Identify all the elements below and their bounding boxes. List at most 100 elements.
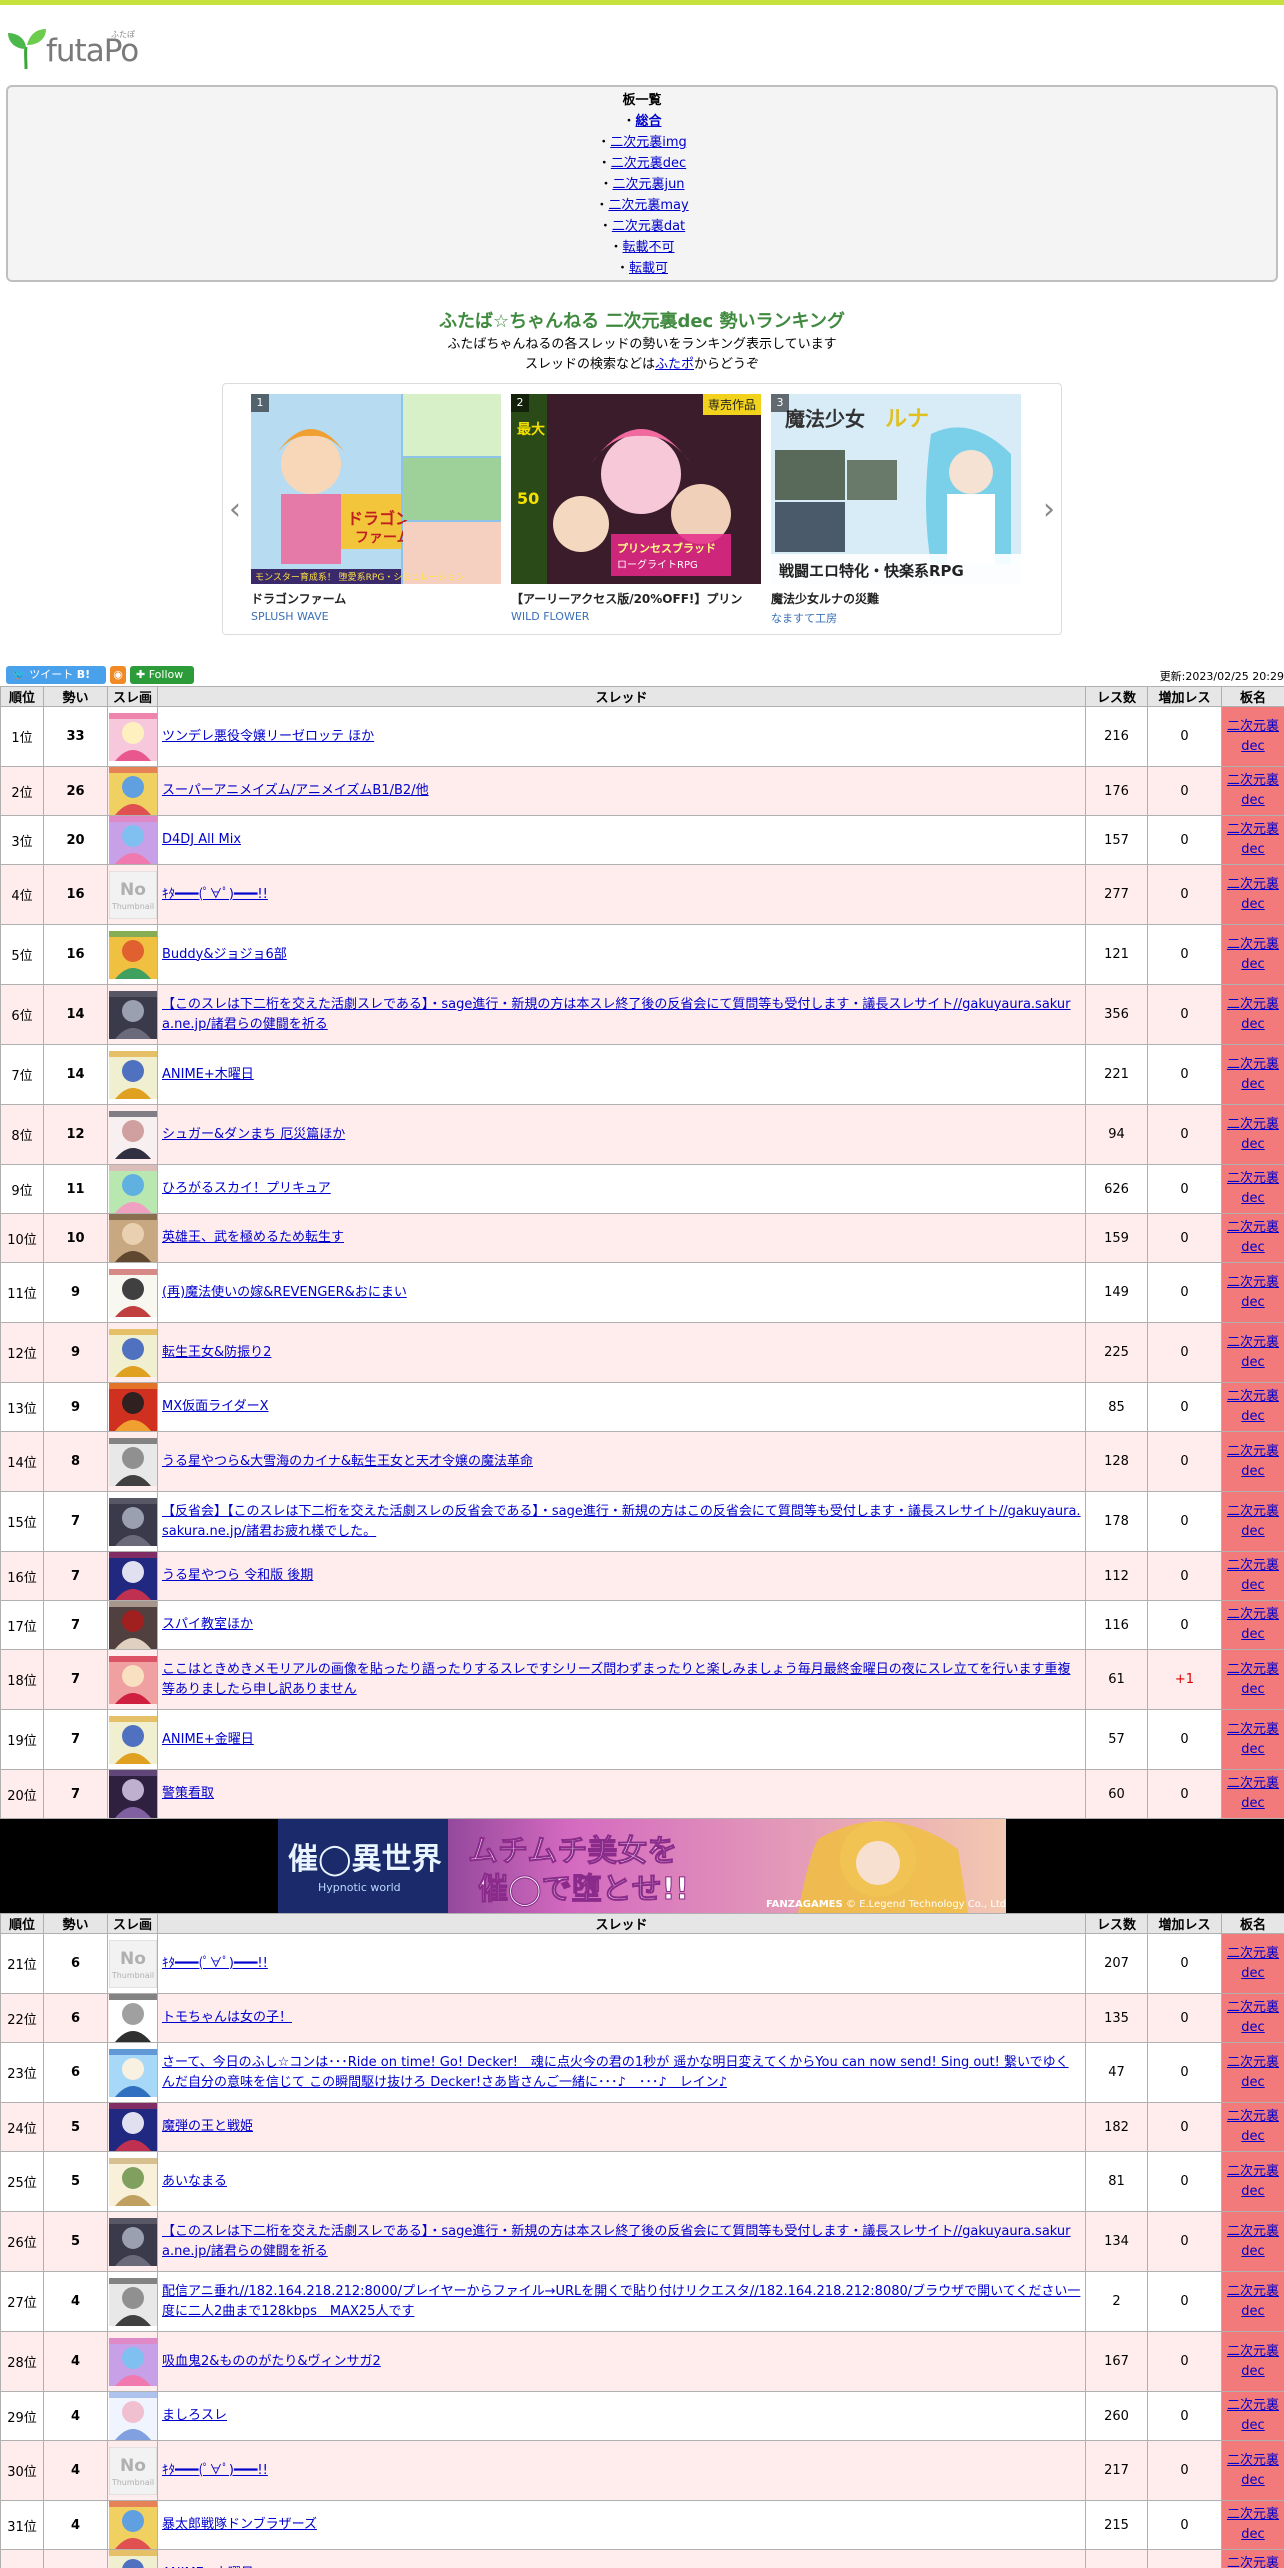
board-name-link[interactable]: 二次元裏dec [1227,1946,1279,1981]
board-name-link[interactable]: 二次元裏dec [1227,1662,1279,1697]
board-link[interactable]: 総合 [636,114,662,129]
thumb-cell[interactable] [107,1213,158,1263]
carousel-card[interactable]: 最大 50 プリンセスブラッド ローグライトRPG 2 専売作品 【アーリーアク… [511,394,761,626]
thumb-cell[interactable] [107,2549,158,2568]
thumb-cell[interactable] [107,1382,158,1432]
board-name-link[interactable]: 二次元裏dec [1227,2055,1279,2090]
board-name-link[interactable]: 二次元裏dec [1227,773,1279,808]
board-name-link[interactable]: 二次元裏dec [1227,877,1279,912]
board-name-link[interactable]: 二次元裏dec [1227,2398,1279,2433]
board-name-link[interactable]: 二次元裏dec [1227,1558,1279,1593]
thread-link[interactable]: うる星やつら 令和版 後期 [162,1568,313,1583]
thread-link[interactable]: 魔弾の王と戦姫 [162,2119,253,2134]
thread-link[interactable]: さーて、今日のふし☆コンは･･･Ride on time! Go! Decker… [162,2055,1069,2090]
thread-link[interactable]: うる星やつら&大雪海のカイナ&転生王女と天才令嬢の魔法革命 [162,1454,533,1469]
thread-link[interactable]: ｷﾀ━━━(ﾟ∀ﾟ)━━━!! [162,2463,268,2478]
futapo-logo[interactable]: futaPo ふたぽ [6,25,139,69]
thread-link[interactable]: MX仮面ライダーX [162,1399,269,1414]
thread-link[interactable]: ｷﾀ━━━(ﾟ∀ﾟ)━━━!! [162,887,268,902]
thumb-cell[interactable] [107,2102,158,2152]
thumb-cell[interactable] [107,766,158,816]
thumb-cell[interactable] [107,2500,158,2550]
thread-link[interactable]: (再)魔法使いの嫁&REVENGER&おにまい [162,1285,407,1300]
board-name-link[interactable]: 二次元裏dec [1227,1607,1279,1642]
board-link[interactable]: 二次元裏dec [611,156,686,171]
futapo-link[interactable]: ふたポ [655,357,694,372]
board-name-link[interactable]: 二次元裏dec [1227,2507,1279,2542]
board-name-link[interactable]: 二次元裏dec [1227,1444,1279,1479]
thread-link[interactable]: 警策看取 [162,1786,214,1801]
thread-link[interactable]: 【反省会】【このスレは下二桁を交えた活劇スレの反省会である】・sage進行・新規… [162,1504,1081,1539]
board-name-link[interactable]: 二次元裏dec [1227,2164,1279,2199]
board-name-link[interactable]: 二次元裏dec [1227,1722,1279,1757]
thread-link[interactable]: 【このスレは下二桁を交えた活劇スレである】・sage進行・新規の方は本スレ終了後… [162,997,1071,1032]
thread-link[interactable]: 配信アニ垂れ//182.164.218.212:8000/プレイヤーからファイル… [162,2284,1080,2319]
thumb-cell[interactable] [107,2211,158,2272]
thread-link[interactable]: 英雄王、武を極めるため転生す [162,1230,344,1245]
thread-link[interactable]: スーパーアニメイズム/アニメイズムB1/B2/他 [162,783,429,798]
board-name-link[interactable]: 二次元裏dec [1227,1220,1279,1255]
thumb-cell[interactable] [107,2391,158,2441]
thread-link[interactable]: スパイ教室ほか [162,1617,253,1632]
board-name-link[interactable]: 二次元裏dec [1227,2109,1279,2144]
thumb-cell[interactable] [107,815,158,865]
thread-link[interactable]: ｷﾀ━━━(ﾟ∀ﾟ)━━━!! [162,1956,268,1971]
board-name-link[interactable]: 二次元裏dec [1227,822,1279,857]
board-link[interactable]: 二次元裏may [608,198,688,213]
thumb-cell[interactable] [107,1600,158,1650]
chevron-left-icon[interactable]: ‹ [229,492,241,527]
thumb-cell[interactable] [107,2271,158,2332]
board-name-link[interactable]: 二次元裏dec [1227,997,1279,1032]
thread-link[interactable]: Buddy&ジョジョ6部 [162,947,287,962]
board-name-link[interactable]: 二次元裏dec [1227,937,1279,972]
thread-link[interactable]: ましろスレ [162,2408,227,2423]
thread-link[interactable]: 転生王女&防振り2 [162,1345,271,1360]
board-name-link[interactable]: 二次元裏dec [1227,2224,1279,2259]
thread-link[interactable]: 吸血鬼2&もののがたり&ヴィンサガ2 [162,2354,381,2369]
thread-link[interactable]: ANIME+木曜日 [162,1067,254,1082]
rss-icon[interactable]: ◉ [110,666,126,684]
carousel-card[interactable]: ドラゴン ファーム モンスター育成系！ 堕愛系RPG・シミュレーション 1 ドラ… [251,394,501,626]
board-link[interactable]: 二次元裏jun [612,177,684,192]
carousel-card[interactable]: 魔法少女 ルナ の災難 戦闘エロ特化・快楽系RPG 3 魔法少女ルナの災難 なま… [771,394,1021,626]
thumb-cell[interactable] [107,1551,158,1601]
thumb-cell[interactable] [107,1104,158,1165]
thread-link[interactable]: あいなまる [162,2174,227,2189]
ad-banner[interactable]: 催◯異世界 Hypnotic world ムチムチ美女を 催◯で堕とせ!! FA… [0,1819,1284,1913]
thumb-cell[interactable] [107,1709,158,1770]
board-name-link[interactable]: 二次元裏dec [1227,1504,1279,1539]
thumb-cell[interactable] [107,2331,158,2392]
thumb-cell[interactable]: No Thumbnail [107,864,158,925]
thread-link[interactable]: シュガー&ダンまち 厄災篇ほか [162,1127,345,1142]
thumb-cell[interactable] [107,1262,158,1323]
thread-link[interactable]: ANIME+金曜日 [162,1732,254,1747]
board-name-link[interactable]: 二次元裏dec [1227,1389,1279,1424]
board-name-link[interactable]: 二次元裏dec [1227,2284,1279,2319]
board-name-link[interactable]: 二次元裏dec [1227,2453,1279,2488]
thread-link[interactable]: ひろがるスカイ！プリキュア [162,1181,331,1196]
thumb-cell[interactable] [107,1322,158,1383]
board-link[interactable]: 転載可 [629,261,668,276]
thumb-cell[interactable] [107,2042,158,2103]
board-link[interactable]: 二次元裏img [610,135,687,150]
thread-link[interactable]: ここはときめきメモリアルの画像を貼ったり語ったりするスレですシリーズ問わずまった… [162,1662,1070,1697]
tweet-button[interactable]: 🐦 ツイート B! [6,666,106,684]
thread-link[interactable]: ツンデレ悪役令嬢リーゼロッテ ほか [162,729,374,744]
thread-link[interactable]: トモちゃんは女の子！ [162,2010,292,2025]
board-name-link[interactable]: 二次元裏dec [1227,1776,1279,1811]
board-name-link[interactable]: 二次元裏dec [1227,1057,1279,1092]
thumb-cell[interactable] [107,1431,158,1492]
board-name-link[interactable]: 二次元裏dec [1227,2000,1279,2035]
thumb-cell[interactable] [107,1164,158,1214]
follow-button[interactable]: ✚ Follow [130,666,194,684]
thumb-cell[interactable]: No Thumbnail [107,2440,158,2501]
board-link[interactable]: 転載不可 [623,240,675,255]
thumb-cell[interactable] [107,1491,158,1552]
board-name-link[interactable]: 二次元裏dec [1227,2556,1279,2568]
thumb-cell[interactable] [107,1993,158,2043]
board-name-link[interactable]: 二次元裏dec [1227,1171,1279,1206]
board-name-link[interactable]: 二次元裏dec [1227,719,1279,754]
thumb-cell[interactable] [107,706,158,767]
thumb-cell[interactable] [107,1649,158,1710]
board-name-link[interactable]: 二次元裏dec [1227,2344,1279,2379]
